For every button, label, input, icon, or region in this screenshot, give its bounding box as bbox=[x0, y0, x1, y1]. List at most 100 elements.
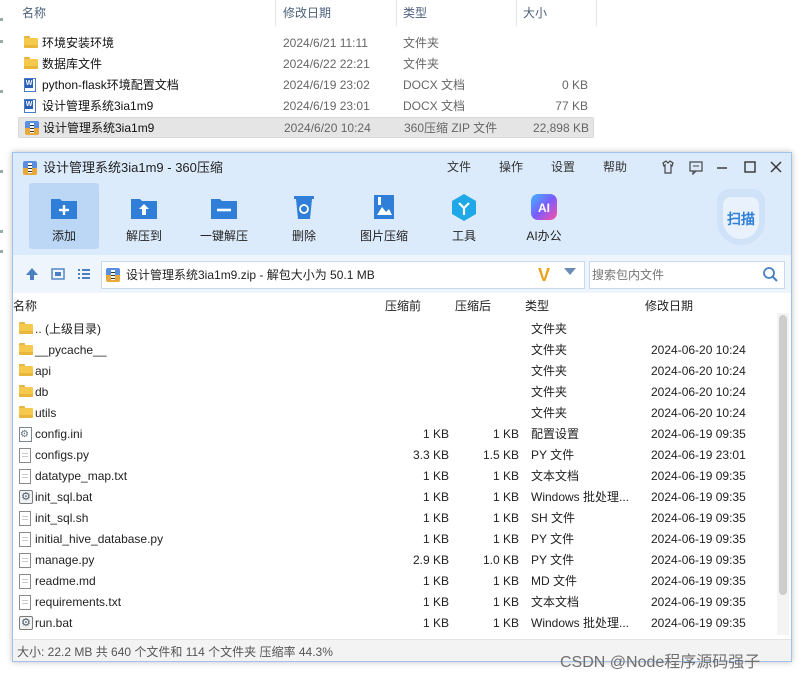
thumbnail-view-icon[interactable] bbox=[51, 267, 65, 281]
extract-to-button[interactable]: 解压到 bbox=[109, 183, 179, 249]
menu-settings[interactable]: 设置 bbox=[551, 153, 575, 181]
search-icon[interactable] bbox=[762, 266, 778, 282]
explorer-row-size: 0 KB bbox=[561, 78, 588, 92]
close-icon[interactable] bbox=[767, 159, 785, 177]
zip-icon bbox=[25, 121, 39, 135]
item-size-before: 1 KB bbox=[422, 616, 449, 630]
menu-operate[interactable]: 操作 bbox=[499, 153, 523, 181]
item-date: 2024-06-20 10:24 bbox=[651, 385, 746, 399]
watermark: CSDN @Node程序源码强子 bbox=[560, 654, 761, 671]
col-type[interactable]: 类型 bbox=[525, 295, 549, 317]
item-size-after: 1.0 KB bbox=[482, 553, 519, 567]
scan-button[interactable]: 扫描 bbox=[713, 189, 769, 249]
explorer-row[interactable]: 数据库文件 2024/6/22 22:21 文件夹 bbox=[18, 54, 594, 75]
tools-button[interactable]: 工具 bbox=[429, 183, 499, 249]
add-icon bbox=[48, 191, 80, 223]
item-name: __pycache__ bbox=[35, 343, 107, 357]
explorer-row[interactable]: 设计管理系统3ia1m9 2024/6/19 23:01 DOCX 文档 77 … bbox=[18, 96, 594, 117]
explorer-row-date: 2024/6/22 22:21 bbox=[283, 57, 370, 71]
search-box[interactable] bbox=[589, 261, 785, 289]
menu-file[interactable]: 文件 bbox=[447, 153, 471, 181]
one-click-extract-icon bbox=[208, 191, 240, 223]
explorer-row-name: 设计管理系统3ia1m9 bbox=[42, 99, 154, 113]
minimize-icon[interactable] bbox=[713, 159, 731, 177]
list-item[interactable]: manage.py 2.9 KB 1.0 KB PY 文件 2024-06-19… bbox=[13, 550, 773, 571]
file-icon bbox=[19, 469, 31, 484]
one-click-extract-button[interactable]: 一键解压 bbox=[189, 183, 259, 249]
item-size-after: 1 KB bbox=[492, 616, 519, 630]
item-size-after: 1 KB bbox=[492, 574, 519, 588]
item-date: 2024-06-19 09:35 bbox=[651, 616, 746, 630]
item-name: initial_hive_database.py bbox=[35, 532, 164, 546]
chevron-down-icon[interactable] bbox=[564, 268, 576, 275]
item-size-before: 1 KB bbox=[422, 511, 449, 525]
sort-caret-icon: ^ bbox=[144, 0, 149, 5]
explorer-row[interactable]: 环境安装环境 2024/6/21 11:11 文件夹 bbox=[18, 33, 594, 54]
skin-icon[interactable] bbox=[659, 159, 677, 177]
explorer-col-type[interactable]: 类型 bbox=[397, 0, 517, 26]
explorer-row[interactable]: python-flask环境配置文档 2024/6/19 23:02 DOCX … bbox=[18, 75, 594, 96]
folder-icon bbox=[19, 343, 33, 355]
explorer-row-size: 22,898 KB bbox=[532, 121, 589, 135]
list-item[interactable]: datatype_map.txt 1 KB 1 KB 文本文档 2024-06-… bbox=[13, 466, 773, 487]
col-modified[interactable]: 修改日期 bbox=[645, 295, 693, 317]
item-size-before: 1 KB bbox=[422, 490, 449, 504]
col-compressed-before[interactable]: 压缩前 bbox=[385, 295, 421, 317]
file-icon bbox=[19, 511, 31, 526]
item-size-after: 1 KB bbox=[492, 427, 519, 441]
menu-help[interactable]: 帮助 bbox=[603, 153, 627, 181]
search-input[interactable] bbox=[592, 264, 756, 286]
file-icon bbox=[19, 553, 31, 568]
explorer-row-type: 360压缩 ZIP 文件 bbox=[404, 121, 498, 135]
list-item[interactable]: __pycache__ 文件夹 2024-06-20 10:24 bbox=[13, 340, 773, 361]
item-type: PY 文件 bbox=[531, 448, 575, 462]
delete-label: 删除 bbox=[291, 229, 316, 243]
list-item[interactable]: init_sql.sh 1 KB 1 KB SH 文件 2024-06-19 0… bbox=[13, 508, 773, 529]
item-type: MD 文件 bbox=[531, 574, 577, 588]
explorer-row-size bbox=[498, 33, 588, 54]
explorer-col-size[interactable]: 大小 bbox=[517, 0, 597, 26]
window-title: 设计管理系统3ia1m9 - 360压缩 bbox=[43, 160, 223, 175]
list-item[interactable]: config.ini 1 KB 1 KB 配置设置 2024-06-19 09:… bbox=[13, 424, 773, 445]
v-logo-icon[interactable]: V bbox=[538, 264, 550, 286]
ai-office-button[interactable]: AI AI办公 bbox=[509, 183, 579, 249]
folder-icon bbox=[24, 57, 38, 71]
list-item[interactable]: db 文件夹 2024-06-20 10:24 bbox=[13, 382, 773, 403]
explorer-col-date[interactable]: 修改日期 bbox=[277, 0, 397, 26]
item-name: api bbox=[35, 364, 52, 378]
item-type: Windows 批处理... bbox=[531, 616, 630, 630]
image-compress-button[interactable]: 图片压缩 bbox=[349, 183, 419, 249]
maximize-icon[interactable] bbox=[741, 159, 759, 177]
item-size-before: 1 KB bbox=[422, 469, 449, 483]
list-item[interactable]: run.bat 1 KB 1 KB Windows 批处理... 2024-06… bbox=[13, 613, 773, 634]
up-arrow-icon[interactable] bbox=[25, 267, 39, 281]
list-item[interactable]: readme.md 1 KB 1 KB MD 文件 2024-06-19 09:… bbox=[13, 571, 773, 592]
list-item[interactable]: .. (上级目录) 文件夹 bbox=[13, 319, 773, 340]
add-button[interactable]: 添加 bbox=[29, 183, 99, 249]
desktop: 名称 ^ 修改日期 类型 大小 环境安装环境 2024/6/21 11:11 文… bbox=[0, 0, 811, 677]
col-compressed-after[interactable]: 压缩后 bbox=[455, 295, 491, 317]
explorer-row-date: 2024/6/19 23:01 bbox=[283, 99, 370, 113]
explorer-row-type: 文件夹 bbox=[403, 57, 440, 71]
list-view-icon[interactable] bbox=[77, 267, 91, 281]
delete-button[interactable]: 删除 bbox=[269, 183, 339, 249]
item-date: 2024-06-19 09:35 bbox=[651, 574, 746, 588]
list-item[interactable]: initial_hive_database.py 1 KB 1 KB PY 文件… bbox=[13, 529, 773, 550]
vertical-scrollbar[interactable] bbox=[777, 313, 789, 635]
path-box[interactable]: 设计管理系统3ia1m9.zip - 解包大小为 50.1 MB V bbox=[101, 261, 585, 289]
list-item[interactable]: utils 文件夹 2024-06-20 10:24 bbox=[13, 403, 773, 424]
explorer-row-selected[interactable]: 设计管理系统3ia1m9 2024/6/20 10:24 360压缩 ZIP 文… bbox=[18, 117, 594, 138]
item-size-after: 1 KB bbox=[492, 511, 519, 525]
list-item[interactable]: configs.py 3.3 KB 1.5 KB PY 文件 2024-06-1… bbox=[13, 445, 773, 466]
item-name: configs.py bbox=[35, 448, 90, 462]
list-item[interactable]: requirements.txt 1 KB 1 KB 文本文档 2024-06-… bbox=[13, 592, 773, 613]
list-item[interactable]: init_sql.bat 1 KB 1 KB Windows 批处理... 20… bbox=[13, 487, 773, 508]
scrollbar-thumb[interactable] bbox=[779, 315, 787, 595]
item-type: 配置设置 bbox=[531, 427, 580, 441]
explorer-row-type: DOCX 文档 bbox=[403, 99, 466, 113]
list-item[interactable]: api 文件夹 2024-06-20 10:24 bbox=[13, 361, 773, 382]
status-text: 大小: 22.2 MB 共 640 个文件和 114 个文件夹 压缩率 44.3… bbox=[17, 645, 333, 659]
col-name[interactable]: 名称 bbox=[13, 295, 37, 317]
item-date: 2024-06-20 10:24 bbox=[651, 364, 746, 378]
feedback-icon[interactable] bbox=[687, 159, 705, 177]
